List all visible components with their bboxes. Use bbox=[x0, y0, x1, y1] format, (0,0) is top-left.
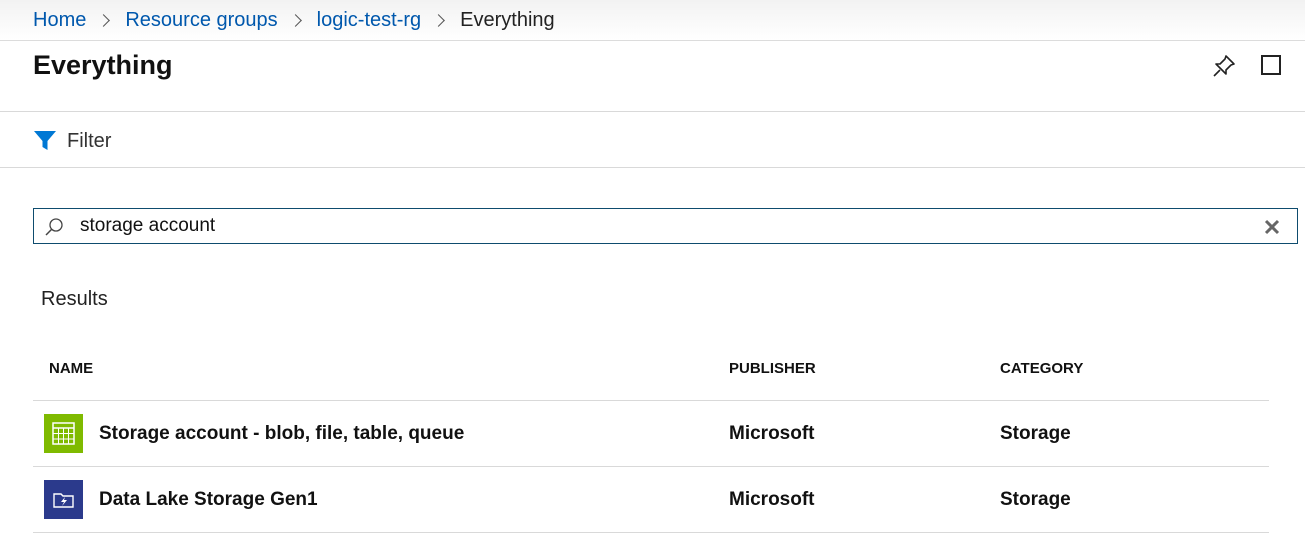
pin-button[interactable] bbox=[1211, 53, 1237, 79]
results-heading: Results bbox=[41, 288, 108, 310]
page-title: Everything bbox=[33, 50, 173, 80]
column-header-name[interactable]: NAME bbox=[49, 360, 93, 377]
column-header-category[interactable]: CATEGORY bbox=[1000, 360, 1083, 377]
table-row[interactable]: Storage account - blob, file, table, que… bbox=[33, 401, 1269, 466]
result-name: Data Lake Storage Gen1 bbox=[99, 489, 318, 510]
filter-label: Filter bbox=[67, 129, 112, 152]
result-category: Storage bbox=[1000, 489, 1071, 510]
maximize-button[interactable] bbox=[1261, 55, 1281, 75]
chevron-right-icon bbox=[97, 13, 111, 27]
divider bbox=[0, 111, 1305, 112]
pin-icon bbox=[1213, 55, 1235, 77]
breadcrumb-resource-groups[interactable]: Resource groups bbox=[125, 9, 277, 32]
result-category: Storage bbox=[1000, 423, 1071, 444]
result-publisher: Microsoft bbox=[729, 423, 815, 444]
search-input[interactable] bbox=[80, 213, 1260, 239]
filter-icon bbox=[34, 131, 56, 150]
breadcrumb: Home Resource groups logic-test-rg Every… bbox=[0, 0, 1305, 41]
data-lake-storage-icon bbox=[44, 480, 83, 519]
close-icon[interactable] bbox=[1262, 217, 1282, 237]
breadcrumb-home[interactable]: Home bbox=[33, 9, 86, 32]
divider bbox=[0, 167, 1305, 168]
chevron-right-icon bbox=[432, 13, 446, 27]
filter-button[interactable]: Filter bbox=[33, 126, 111, 156]
search-icon bbox=[45, 218, 63, 236]
row-divider bbox=[33, 532, 1269, 533]
chevron-right-icon bbox=[288, 13, 302, 27]
breadcrumb-resource-group[interactable]: logic-test-rg bbox=[317, 9, 421, 32]
result-name: Storage account - blob, file, table, que… bbox=[99, 423, 465, 444]
breadcrumb-current: Everything bbox=[460, 8, 555, 31]
search-box bbox=[33, 208, 1298, 244]
column-header-publisher[interactable]: PUBLISHER bbox=[729, 360, 816, 377]
table-row[interactable]: Data Lake Storage Gen1 Microsoft Storage bbox=[33, 467, 1269, 532]
result-publisher: Microsoft bbox=[729, 489, 815, 510]
storage-account-icon bbox=[44, 414, 83, 453]
